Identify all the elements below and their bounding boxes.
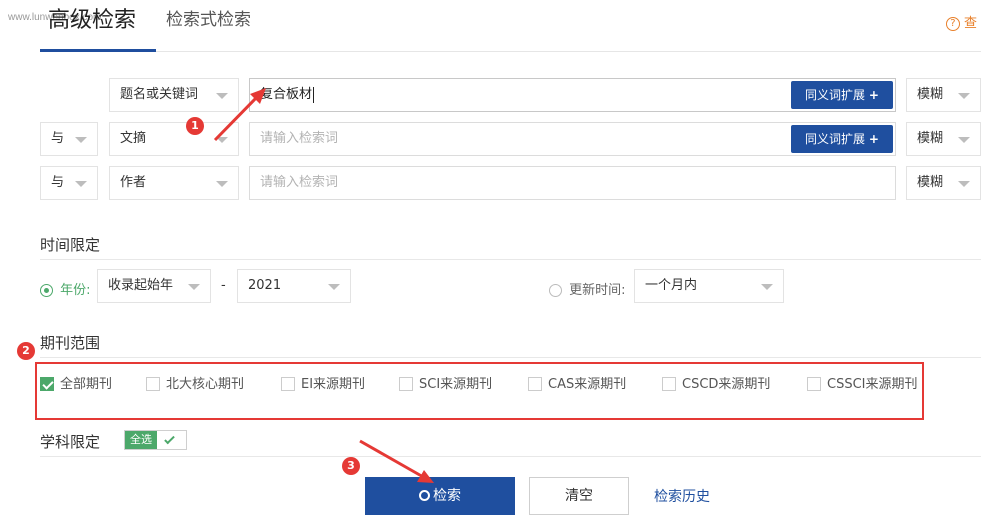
annotation-arrows [213, 88, 434, 483]
annotation-badge-3: 3 [342, 457, 360, 475]
annotation-arrow-1 [213, 94, 260, 142]
annotation-badge-1: 1 [186, 117, 204, 135]
annotation-badge-2: 2 [17, 342, 35, 360]
annotation-arrow-3 [359, 439, 426, 480]
